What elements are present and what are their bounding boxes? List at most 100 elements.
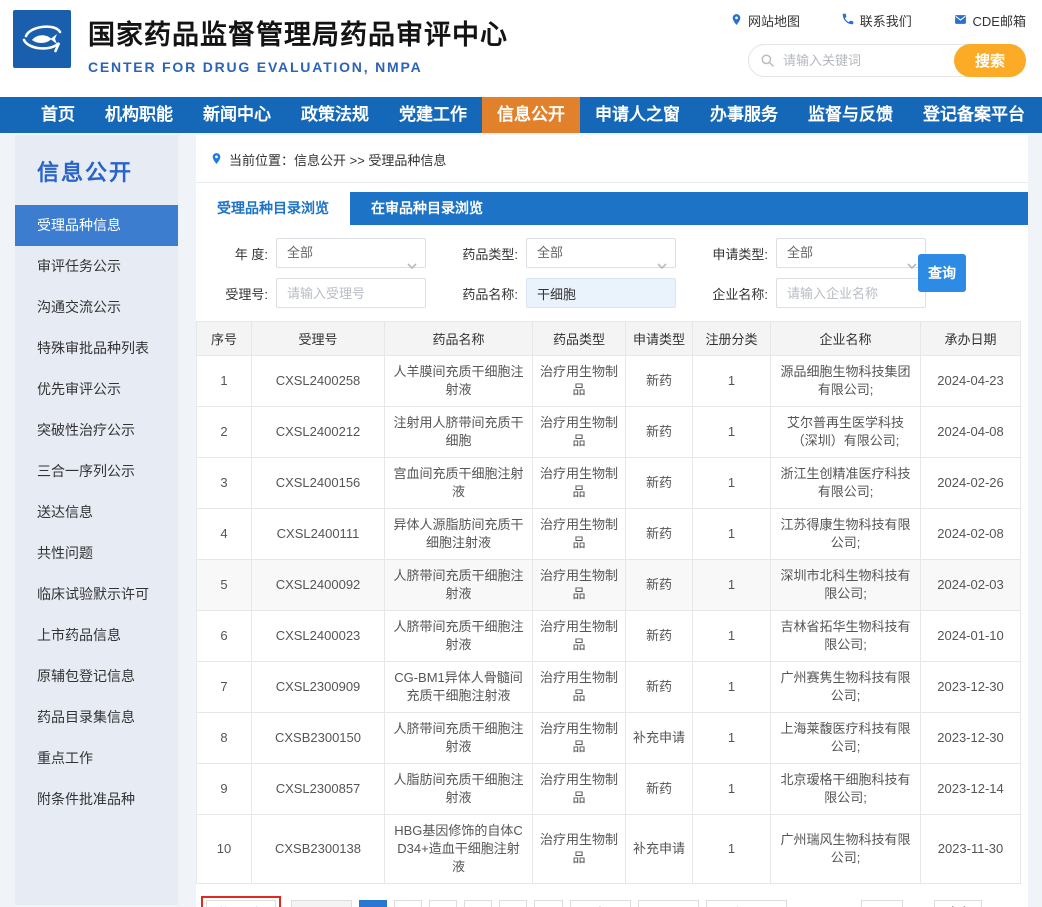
table-cell: 广州赛隽生物科技有限公司; <box>771 662 921 713</box>
nav-item-7[interactable]: 申请人之窗 <box>580 97 695 133</box>
table-cell: 1 <box>693 662 771 713</box>
tabbar: 受理品种目录浏览在审品种目录浏览 <box>196 192 1028 225</box>
sidebar-item-14[interactable]: 重点工作 <box>15 738 178 779</box>
nav-item-5[interactable]: 党建工作 <box>384 97 482 133</box>
table-cell: CXSL2400023 <box>252 611 385 662</box>
drug-type-select[interactable]: 全部 <box>526 238 676 268</box>
confirm-button[interactable]: 确定 <box>934 900 982 907</box>
table-cell: CXSL2400156 <box>252 458 385 509</box>
site-subtitle: CENTER FOR DRUG EVALUATION, NMPA <box>88 59 508 75</box>
sidebar-item-2[interactable]: 审评任务公示 <box>15 246 178 287</box>
quick-link[interactable]: CDE邮箱 <box>953 11 1026 30</box>
table-cell: 人脐带间充质干细胞注射液 <box>385 611 533 662</box>
sidebar-item-3[interactable]: 沟通交流公示 <box>15 287 178 328</box>
table-row: 10CXSB2300138HBG基因修饰的自体CD34+造血干细胞注射液治疗用生… <box>197 815 1021 884</box>
page-button-5[interactable]: 5 <box>499 900 527 907</box>
page-size-select[interactable]: 10 条/页 <box>706 900 788 907</box>
sidebar-item-9[interactable]: 共性问题 <box>15 533 178 574</box>
table-cell: CXSB2300138 <box>252 815 385 884</box>
sidebar-item-11[interactable]: 上市药品信息 <box>15 615 178 656</box>
goto-page-input[interactable] <box>861 900 903 907</box>
table-cell: 新药 <box>626 356 693 407</box>
body: 信息公开 受理品种信息审评任务公示沟通交流公示特殊审批品种列表优先审评公示突破性… <box>0 133 1042 907</box>
table-cell: 2024-04-23 <box>921 356 1021 407</box>
drug-name-input[interactable] <box>526 278 676 308</box>
nav-item-6[interactable]: 信息公开 <box>482 97 580 133</box>
table-cell: 1 <box>693 458 771 509</box>
nav-item-8[interactable]: 办事服务 <box>695 97 793 133</box>
acceptance-no-input[interactable] <box>276 278 426 308</box>
page-ellipsis[interactable]: ... <box>534 900 563 907</box>
table-cell: 人脂肪间充质干细胞注射液 <box>385 764 533 815</box>
table-cell: 治疗用生物制品 <box>533 458 626 509</box>
page-button-2[interactable]: 2 <box>394 900 422 907</box>
quick-link[interactable]: 网站地图 <box>730 11 800 30</box>
table-cell: CXSL2400111 <box>252 509 385 560</box>
prev-page-button[interactable]: 上一页 <box>291 900 352 907</box>
sidebar-item-12[interactable]: 原辅包登记信息 <box>15 656 178 697</box>
query-button[interactable]: 查询 <box>918 254 966 292</box>
table-cell: 2024-02-03 <box>921 560 1021 611</box>
nav-item-10[interactable]: 登记备案平台 <box>908 97 1040 133</box>
table-cell: 新药 <box>626 407 693 458</box>
tab-2[interactable]: 在审品种目录浏览 <box>350 192 504 225</box>
sidebar-item-13[interactable]: 药品目录集信息 <box>15 697 178 738</box>
title-block: 国家药品监督管理局药品审评中心 CENTER FOR DRUG EVALUATI… <box>88 13 508 75</box>
table-header-cell: 药品名称 <box>385 322 533 356</box>
breadcrumb-text: 当前位置：信息公开 >> 受理品种信息 <box>229 150 446 169</box>
company-input[interactable] <box>776 278 926 308</box>
table-cell: 2024-02-26 <box>921 458 1021 509</box>
table-cell: 2023-12-30 <box>921 713 1021 764</box>
sidebar-item-5[interactable]: 优先审评公示 <box>15 369 178 410</box>
apply-type-select[interactable]: 全部 <box>776 238 926 268</box>
sidebar-item-10[interactable]: 临床试验默示许可 <box>15 574 178 615</box>
nav-item-3[interactable]: 新闻中心 <box>188 97 286 133</box>
page-button-4[interactable]: 4 <box>464 900 492 907</box>
cde-logo-icon[interactable] <box>13 10 71 68</box>
sidebar-item-15[interactable]: 附条件批准品种 <box>15 779 178 820</box>
table-cell: 10 <box>197 815 252 884</box>
company-filter: 企业名称: <box>702 278 926 308</box>
year-filter: 年 度: 全部 <box>202 238 426 268</box>
sidebar-item-8[interactable]: 送达信息 <box>15 492 178 533</box>
table-cell: 4 <box>197 509 252 560</box>
table-row: 8CXSB2300150人脐带间充质干细胞注射液治疗用生物制品补充申请1上海莱馥… <box>197 713 1021 764</box>
year-label: 年 度: <box>202 244 268 263</box>
table-cell: CXSL2300857 <box>252 764 385 815</box>
table-header-cell: 申请类型 <box>626 322 693 356</box>
table-cell: 源品细胞生物科技集团有限公司; <box>771 356 921 407</box>
table-cell: 1 <box>693 815 771 884</box>
nav-item-2[interactable]: 机构职能 <box>90 97 188 133</box>
page-numbers: 12345 <box>359 900 527 907</box>
table-cell: 广州瑞风生物科技有限公司; <box>771 815 921 884</box>
nav-item-9[interactable]: 监督与反馈 <box>793 97 908 133</box>
tab-1[interactable]: 受理品种目录浏览 <box>196 192 350 225</box>
sidebar-item-7[interactable]: 三合一序列公示 <box>15 451 178 492</box>
main-nav: 首页机构职能新闻中心政策法规党建工作信息公开申请人之窗办事服务监督与反馈登记备案… <box>0 97 1042 133</box>
last-page-button[interactable]: 至末页 <box>570 900 631 907</box>
table-header-cell: 注册分类 <box>693 322 771 356</box>
table-row: 1CXSL2400258人羊膜间充质干细胞注射液治疗用生物制品新药1源品细胞生物… <box>197 356 1021 407</box>
quick-link[interactable]: 联系我们 <box>841 11 912 30</box>
table-cell: 治疗用生物制品 <box>533 662 626 713</box>
table-cell: 2024-04-08 <box>921 407 1021 458</box>
nav-item-4[interactable]: 政策法规 <box>286 97 384 133</box>
sidebar-item-6[interactable]: 突破性治疗公示 <box>15 410 178 451</box>
table-cell: 1 <box>197 356 252 407</box>
table-row: 5CXSL2400092人脐带间充质干细胞注射液治疗用生物制品新药1深圳市北科生… <box>197 560 1021 611</box>
next-page-button[interactable]: 下一页 <box>638 900 699 907</box>
page-button-1[interactable]: 1 <box>359 900 387 907</box>
drug-type-filter: 药品类型: 全部 <box>452 238 676 268</box>
table-cell: 2024-02-08 <box>921 509 1021 560</box>
sidebar-item-4[interactable]: 特殊审批品种列表 <box>15 328 178 369</box>
year-select[interactable]: 全部 <box>276 238 426 268</box>
sidebar-item-1[interactable]: 受理品种信息 <box>15 205 178 246</box>
page-button-3[interactable]: 3 <box>429 900 457 907</box>
breadcrumb: 当前位置：信息公开 >> 受理品种信息 <box>196 135 1028 183</box>
table-header-cell: 企业名称 <box>771 322 921 356</box>
table-cell: 宫血间充质干细胞注射液 <box>385 458 533 509</box>
table-header-cell: 药品类型 <box>533 322 626 356</box>
nav-item-1[interactable]: 首页 <box>26 97 90 133</box>
site-title: 国家药品监督管理局药品审评中心 <box>88 13 508 52</box>
search-button[interactable]: 搜索 <box>954 44 1026 77</box>
